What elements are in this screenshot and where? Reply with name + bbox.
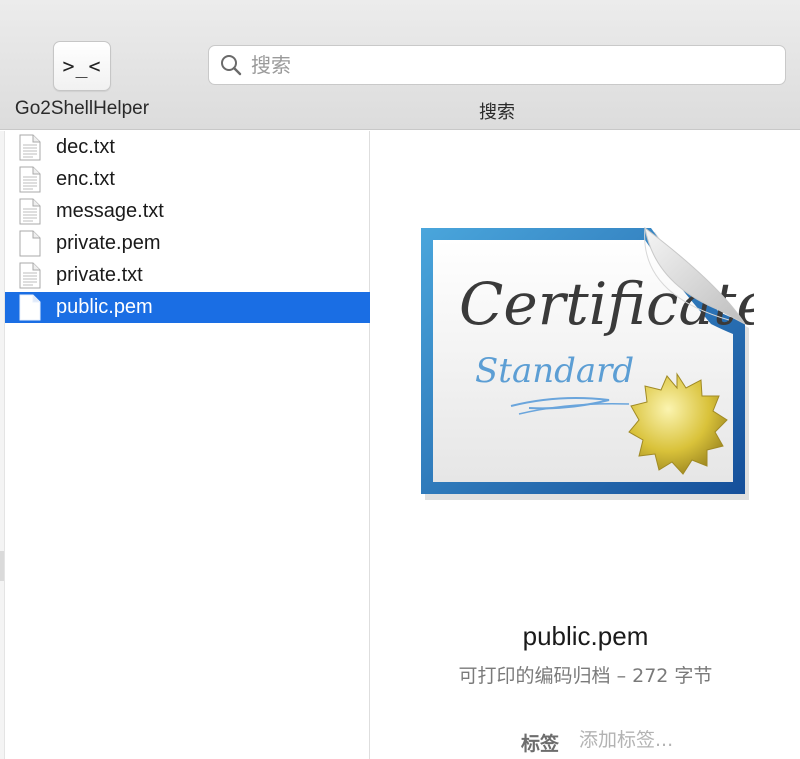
preview-pane: Certificate Standard public.pem 可打印的编码归档… <box>371 131 800 759</box>
column-resize-handle[interactable] <box>0 551 4 581</box>
file-row-enc-txt[interactable]: enc.txt <box>5 164 370 195</box>
text-document-icon <box>19 166 41 193</box>
search-box[interactable] <box>208 45 786 85</box>
file-list: dec.txt enc.txt message.txt private.pem … <box>5 131 370 759</box>
search-icon <box>219 52 245 78</box>
file-row-private-pem[interactable]: private.pem <box>5 228 370 259</box>
search-toolbar-label: 搜索 <box>479 102 515 123</box>
text-document-icon <box>19 134 41 161</box>
go2shell-label: Go2ShellHelper <box>14 98 150 119</box>
certificate-subtitle: Standard <box>475 351 634 391</box>
file-name: public.pem <box>56 296 153 318</box>
preview-file-name: public.pem <box>522 621 649 651</box>
certificate-icon: Certificate Standard <box>419 224 771 504</box>
text-document-icon <box>19 198 41 225</box>
file-row-private-txt[interactable]: private.txt <box>5 260 370 291</box>
search-input[interactable] <box>251 53 751 77</box>
toolbar: >_< Go2ShellHelper 搜索 <box>0 0 800 130</box>
file-name: message.txt <box>56 200 164 222</box>
text-document-icon <box>19 262 41 289</box>
file-row-public-pem[interactable]: public.pem <box>5 292 370 323</box>
go2shell-button[interactable]: >_< <box>53 41 111 91</box>
file-name: enc.txt <box>56 168 115 190</box>
blank-document-icon <box>19 294 41 321</box>
file-name: private.pem <box>56 232 161 254</box>
file-row-message-txt[interactable]: message.txt <box>5 196 370 227</box>
tags-label: 标签 <box>521 733 560 755</box>
file-name: dec.txt <box>56 136 115 158</box>
file-name: private.txt <box>56 264 143 286</box>
terminal-icon: >_< <box>62 54 102 78</box>
tags-input[interactable] <box>579 726 749 754</box>
blank-document-icon <box>19 230 41 257</box>
file-row-dec-txt[interactable]: dec.txt <box>5 132 370 163</box>
preview-file-kind: 可打印的编码归档 – 272 字节 <box>458 665 713 687</box>
